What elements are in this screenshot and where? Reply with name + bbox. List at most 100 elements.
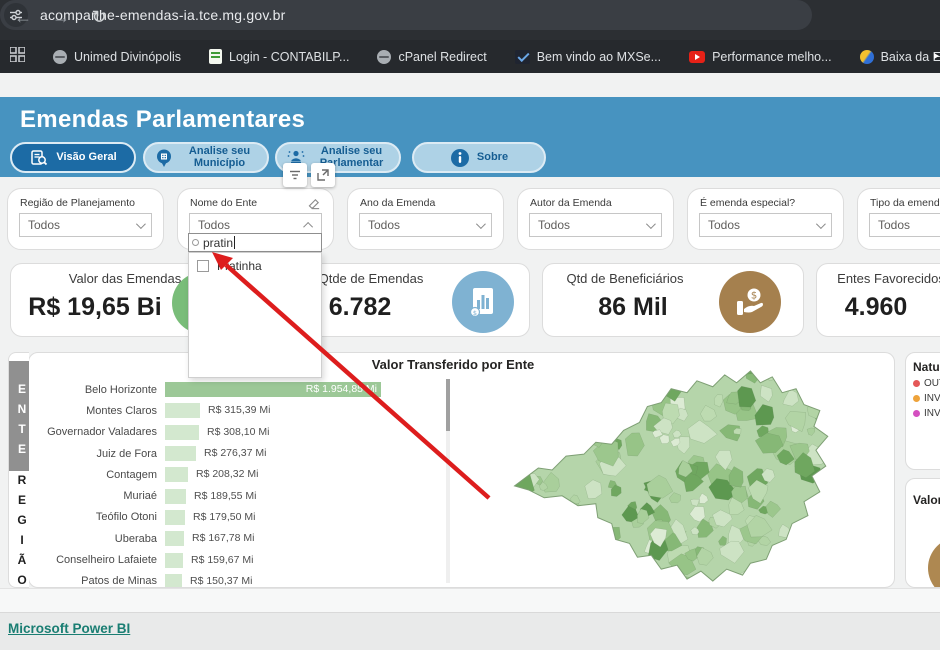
bar-row[interactable]: Governador ValadaresR$ 308,10 Mi <box>31 422 447 443</box>
apps-grid-icon[interactable] <box>10 47 25 67</box>
bar-row[interactable]: UberabaR$ 167,78 Mi <box>31 528 447 549</box>
search-query-text: pratin <box>203 236 233 250</box>
bar-row[interactable]: Montes ClarosR$ 315,39 Mi <box>31 400 447 421</box>
screenshot-root: { "browser": { "url": "acompanhe-emendas… <box>0 0 940 650</box>
slicer-card: Tipo da emenda Todos <box>857 188 940 250</box>
bar-value-label: R$ 308,10 Mi <box>207 426 269 438</box>
legend-dot <box>913 410 920 417</box>
bar-value-label: R$ 208,32 Mi <box>196 468 258 480</box>
svg-text:$: $ <box>751 291 757 302</box>
bookmark-item[interactable]: Baixa da Empresa... <box>860 50 940 64</box>
slicer-label: Tipo da emenda <box>870 197 940 209</box>
bar[interactable] <box>165 553 183 568</box>
slicer-card: Região de Planejamento Todos <box>7 188 164 250</box>
hand-coin-icon: $ <box>719 271 781 333</box>
bar-row[interactable]: Muriaé R$ 189,55 Mi <box>31 485 447 506</box>
bar-category-label: Uberaba <box>31 533 165 545</box>
reload-icon[interactable]: ↻ <box>86 7 112 28</box>
slicer-label: Região de Planejamento <box>20 197 135 209</box>
axis-tab-ente[interactable]: ENTE <box>9 361 29 471</box>
bar-row[interactable]: ContagemR$ 208,32 Mi <box>31 464 447 485</box>
bar[interactable] <box>165 425 199 440</box>
chevron-down-icon <box>816 219 826 229</box>
chevron-down-icon <box>136 219 146 229</box>
page-footer: Microsoft Power BI <box>0 612 940 650</box>
nav-visao-geral[interactable]: Visão Geral <box>10 142 136 173</box>
chevron-down-icon <box>476 219 486 229</box>
browser-toolbar: ← → ↻ acompanhe-emendas-ia.tce.mg.gov.br <box>0 0 940 40</box>
slicer-dropdown[interactable]: Todos <box>869 213 940 237</box>
bar[interactable] <box>165 574 182 588</box>
bar-value-label: R$ 189,55 Mi <box>194 490 256 502</box>
slicer-dropdown[interactable]: Todos <box>529 213 662 237</box>
eraser-icon[interactable] <box>308 197 321 210</box>
axis-tab-regiao[interactable]: REGIÃO <box>9 471 29 585</box>
svg-text:$: $ <box>473 309 477 317</box>
nav-analise-municipio[interactable]: Analise seu Município <box>143 142 269 173</box>
bookmark-favicon <box>209 49 222 64</box>
bar-row[interactable]: Juiz de ForaR$ 276,37 Mi <box>31 443 447 464</box>
slicer-label: É emenda especial? <box>700 197 795 209</box>
bar-category-label: Belo Horizonte <box>31 384 165 396</box>
slicer-option[interactable]: Pratinha <box>189 253 321 273</box>
slicer-card: É emenda especial? Todos <box>687 188 844 250</box>
bar[interactable]: R$ 1.954,85 Mi <box>165 382 381 397</box>
bar-category-label: Patos de Minas <box>31 575 165 587</box>
slicer-value: Todos <box>878 218 940 232</box>
bookmark-favicon <box>689 51 705 63</box>
expand-button[interactable] <box>311 163 335 187</box>
bar[interactable] <box>165 489 186 504</box>
slicer-label: Nome do Ente <box>190 197 257 209</box>
nav-label: Sobre <box>477 152 508 164</box>
legend-item[interactable]: INVERSÃO <box>913 408 940 419</box>
slicer-dropdown[interactable]: Todos <box>359 213 492 237</box>
bar[interactable] <box>165 531 184 546</box>
bar[interactable] <box>165 403 200 418</box>
report-bottom-strip <box>0 588 940 612</box>
coin-icon <box>928 537 940 588</box>
report-search-icon <box>29 148 49 168</box>
back-icon[interactable]: ← <box>10 7 36 28</box>
slicer-search-input[interactable]: pratin <box>188 233 322 252</box>
filter-lines-button[interactable] <box>283 163 307 187</box>
bar[interactable] <box>165 467 188 482</box>
nav-sobre[interactable]: Sobre <box>412 142 546 173</box>
bar-row[interactable]: Patos de Minas R$ 150,37 Mi <box>31 571 447 588</box>
powerbi-footer-link[interactable]: Microsoft Power BI <box>8 621 130 636</box>
bar-value-label: R$ 1.954,85 Mi <box>306 383 377 395</box>
bookmark-favicon <box>860 50 874 64</box>
bar-chart: Belo Horizonte R$ 1.954,85 Mi Montes Claro… <box>31 379 447 588</box>
chevron-down-icon <box>646 219 656 229</box>
bookmark-item[interactable]: Performance melho... <box>689 50 832 64</box>
map-pin-building-icon <box>154 148 174 168</box>
checkbox[interactable] <box>197 260 209 272</box>
bookmark-favicon <box>53 50 67 64</box>
choropleth-map-minas-gerais[interactable] <box>489 359 889 587</box>
axis-field-tabs: ENTE REGIÃO <box>8 352 29 588</box>
chart-scrollbar-thumb[interactable] <box>446 379 450 431</box>
bar-value-label: R$ 150,37 Mi <box>190 575 252 587</box>
bookmark-item[interactable]: cPanel Redirect <box>377 50 486 64</box>
bar[interactable] <box>165 510 185 525</box>
bar-row[interactable]: Teófilo OtoniR$ 179,50 Mi <box>31 507 447 528</box>
search-icon <box>192 239 199 246</box>
bar-category-label: Muriaé <box>31 490 165 502</box>
bar-value-label: R$ 276,37 Mi <box>204 447 266 459</box>
valor-panel: Valor <box>905 478 940 588</box>
bookmark-item[interactable]: Bem vindo ao MXSe... <box>515 50 661 64</box>
bar-row[interactable]: Conselheiro LafaieteR$ 159,67 Mi <box>31 549 447 570</box>
legend-item[interactable]: INVESTIMENTO <box>913 393 940 404</box>
page-title: Emendas Parlamentares <box>20 106 305 134</box>
slicer-dropdown[interactable]: Todos <box>19 213 152 237</box>
address-bar[interactable]: acompanhe-emendas-ia.tce.mg.gov.br <box>0 0 812 30</box>
bookmark-item[interactable]: Unimed Divinópolis <box>53 50 181 64</box>
forward-icon[interactable]: → <box>48 7 74 28</box>
bar[interactable] <box>165 446 196 461</box>
legend-item[interactable]: OUTRAS <box>913 378 940 389</box>
natureza-title: Natureza <box>913 360 940 374</box>
kpi-card: Entes Favorecidos 4.960 <box>816 263 940 337</box>
bookmark-item[interactable]: Login - CONTABILP... <box>209 49 349 64</box>
slicer-dropdown[interactable]: Todos <box>699 213 832 237</box>
legend-dot <box>913 380 920 387</box>
bar-row[interactable]: Belo Horizonte R$ 1.954,85 Mi <box>31 379 447 400</box>
